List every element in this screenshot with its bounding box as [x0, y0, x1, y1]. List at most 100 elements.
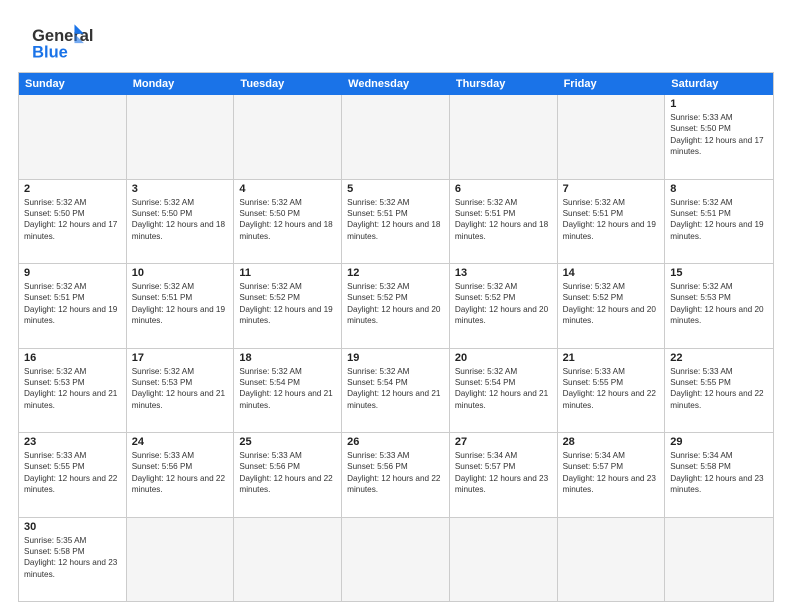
day-cell-17: 17Sunrise: 5:32 AMSunset: 5:53 PMDayligh…	[127, 349, 235, 433]
day-number: 19	[347, 352, 444, 364]
day-number: 23	[24, 436, 121, 448]
cell-info: Sunrise: 5:32 AMSunset: 5:54 PMDaylight:…	[347, 366, 444, 412]
empty-cell-5-1	[127, 518, 235, 602]
cell-info: Sunrise: 5:32 AMSunset: 5:54 PMDaylight:…	[455, 366, 552, 412]
calendar-row-5: 30Sunrise: 5:35 AMSunset: 5:58 PMDayligh…	[19, 517, 773, 602]
day-number: 30	[24, 521, 121, 533]
day-number: 5	[347, 183, 444, 195]
empty-cell-0-2	[234, 95, 342, 179]
day-cell-14: 14 Sunrise: 5:32 AMSunset: 5:52 PMDayligh…	[558, 264, 666, 348]
empty-cell-0-4	[450, 95, 558, 179]
cell-info: Sunrise: 5:32 AMSunset: 5:51 PMDaylight:…	[563, 197, 660, 243]
cell-info: Sunrise: 5:33 AMSunset: 5:50 PMDaylight:…	[670, 112, 768, 158]
day-cell-29: 29 Sunrise: 5:34 AMSunset: 5:58 PMDayligh…	[665, 433, 773, 517]
day-cell-18: 18 Sunrise: 5:32 AMSunset: 5:54 PMDayligh…	[234, 349, 342, 433]
cell-info: Sunrise: 5:32 AMSunset: 5:52 PMDaylight:…	[563, 281, 660, 327]
day-cell-12: 12 Sunrise: 5:32 AMSunset: 5:52 PMDayligh…	[342, 264, 450, 348]
day-number: 20	[455, 352, 552, 364]
cell-info: Sunrise: 5:32 AMSunset: 5:50 PMDaylight:…	[239, 197, 336, 243]
day-number: 3	[132, 183, 229, 195]
day-number: 10	[132, 267, 229, 279]
calendar-body: 1 Sunrise: 5:33 AMSunset: 5:50 PMDaylight…	[19, 95, 773, 601]
day-cell-24: 24Sunrise: 5:33 AMSunset: 5:56 PMDayligh…	[127, 433, 235, 517]
calendar-header: SundayMondayTuesdayWednesdayThursdayFrid…	[19, 73, 773, 95]
cell-info: Sunrise: 5:34 AMSunset: 5:57 PMDaylight:…	[563, 450, 660, 496]
empty-cell-0-5	[558, 95, 666, 179]
day-cell-16: 16 Sunrise: 5:32 AMSunset: 5:53 PMDayligh…	[19, 349, 127, 433]
day-number: 15	[670, 267, 768, 279]
cell-info: Sunrise: 5:32 AMSunset: 5:50 PMDaylight:…	[24, 197, 121, 243]
cell-info: Sunrise: 5:32 AMSunset: 5:53 PMDaylight:…	[24, 366, 121, 412]
day-cell-27: 27Sunrise: 5:34 AMSunset: 5:57 PMDayligh…	[450, 433, 558, 517]
weekday-header-saturday: Saturday	[665, 73, 773, 95]
day-number: 2	[24, 183, 121, 195]
page-header: General Blue	[18, 18, 774, 62]
weekday-header-thursday: Thursday	[450, 73, 558, 95]
cell-info: Sunrise: 5:32 AMSunset: 5:53 PMDaylight:…	[670, 281, 768, 327]
calendar-row-4: 23 Sunrise: 5:33 AMSunset: 5:55 PMDayligh…	[19, 432, 773, 517]
empty-cell-5-2	[234, 518, 342, 602]
cell-info: Sunrise: 5:32 AMSunset: 5:52 PMDaylight:…	[455, 281, 552, 327]
day-cell-2: 2 Sunrise: 5:32 AMSunset: 5:50 PMDaylight…	[19, 180, 127, 264]
cell-info: Sunrise: 5:33 AMSunset: 5:56 PMDaylight:…	[239, 450, 336, 496]
logo: General Blue	[18, 18, 98, 62]
day-number: 29	[670, 436, 768, 448]
day-cell-26: 26 Sunrise: 5:33 AMSunset: 5:56 PMDayligh…	[342, 433, 450, 517]
day-cell-22: 22 Sunrise: 5:33 AMSunset: 5:55 PMDayligh…	[665, 349, 773, 433]
day-cell-10: 10Sunrise: 5:32 AMSunset: 5:51 PMDayligh…	[127, 264, 235, 348]
weekday-header-friday: Friday	[558, 73, 666, 95]
day-number: 1	[670, 98, 768, 110]
cell-info: Sunrise: 5:34 AMSunset: 5:58 PMDaylight:…	[670, 450, 768, 496]
day-cell-28: 28 Sunrise: 5:34 AMSunset: 5:57 PMDayligh…	[558, 433, 666, 517]
day-cell-8: 8Sunrise: 5:32 AMSunset: 5:51 PMDaylight…	[665, 180, 773, 264]
day-cell-9: 9Sunrise: 5:32 AMSunset: 5:51 PMDaylight…	[19, 264, 127, 348]
day-number: 21	[563, 352, 660, 364]
day-cell-6: 6Sunrise: 5:32 AMSunset: 5:51 PMDaylight…	[450, 180, 558, 264]
cell-info: Sunrise: 5:33 AMSunset: 5:56 PMDaylight:…	[347, 450, 444, 496]
calendar: SundayMondayTuesdayWednesdayThursdayFrid…	[18, 72, 774, 602]
day-number: 11	[239, 267, 336, 279]
day-cell-7: 7Sunrise: 5:32 AMSunset: 5:51 PMDaylight…	[558, 180, 666, 264]
day-number: 18	[239, 352, 336, 364]
cell-info: Sunrise: 5:32 AMSunset: 5:52 PMDaylight:…	[239, 281, 336, 327]
cell-info: Sunrise: 5:33 AMSunset: 5:55 PMDaylight:…	[24, 450, 121, 496]
empty-cell-5-4	[450, 518, 558, 602]
cell-info: Sunrise: 5:32 AMSunset: 5:50 PMDaylight:…	[132, 197, 229, 243]
day-number: 22	[670, 352, 768, 364]
weekday-header-sunday: Sunday	[19, 73, 127, 95]
calendar-row-3: 16 Sunrise: 5:32 AMSunset: 5:53 PMDayligh…	[19, 348, 773, 433]
cell-info: Sunrise: 5:33 AMSunset: 5:56 PMDaylight:…	[132, 450, 229, 496]
day-cell-30: 30Sunrise: 5:35 AMSunset: 5:58 PMDayligh…	[19, 518, 127, 602]
day-cell-25: 25 Sunrise: 5:33 AMSunset: 5:56 PMDayligh…	[234, 433, 342, 517]
day-number: 25	[239, 436, 336, 448]
cell-info: Sunrise: 5:32 AMSunset: 5:51 PMDaylight:…	[670, 197, 768, 243]
empty-cell-5-6	[665, 518, 773, 602]
empty-cell-0-0	[19, 95, 127, 179]
day-cell-11: 11 Sunrise: 5:32 AMSunset: 5:52 PMDayligh…	[234, 264, 342, 348]
day-number: 14	[563, 267, 660, 279]
day-number: 26	[347, 436, 444, 448]
day-cell-1: 1 Sunrise: 5:33 AMSunset: 5:50 PMDaylight…	[665, 95, 773, 179]
cell-info: Sunrise: 5:32 AMSunset: 5:53 PMDaylight:…	[132, 366, 229, 412]
weekday-header-wednesday: Wednesday	[342, 73, 450, 95]
general-blue-icon: General Blue	[18, 22, 98, 62]
cell-info: Sunrise: 5:32 AMSunset: 5:52 PMDaylight:…	[347, 281, 444, 327]
day-number: 13	[455, 267, 552, 279]
calendar-row-1: 2 Sunrise: 5:32 AMSunset: 5:50 PMDaylight…	[19, 179, 773, 264]
day-number: 12	[347, 267, 444, 279]
day-cell-4: 4 Sunrise: 5:32 AMSunset: 5:50 PMDaylight…	[234, 180, 342, 264]
weekday-header-monday: Monday	[127, 73, 235, 95]
day-cell-15: 15 Sunrise: 5:32 AMSunset: 5:53 PMDayligh…	[665, 264, 773, 348]
day-cell-19: 19 Sunrise: 5:32 AMSunset: 5:54 PMDayligh…	[342, 349, 450, 433]
cell-info: Sunrise: 5:32 AMSunset: 5:51 PMDaylight:…	[347, 197, 444, 243]
cell-info: Sunrise: 5:32 AMSunset: 5:54 PMDaylight:…	[239, 366, 336, 412]
day-number: 4	[239, 183, 336, 195]
cell-info: Sunrise: 5:33 AMSunset: 5:55 PMDaylight:…	[670, 366, 768, 412]
day-number: 16	[24, 352, 121, 364]
calendar-page: General Blue SundayMondayTuesdayWednesda…	[0, 0, 792, 612]
empty-cell-5-5	[558, 518, 666, 602]
weekday-header-tuesday: Tuesday	[234, 73, 342, 95]
day-number: 28	[563, 436, 660, 448]
svg-text:General: General	[32, 27, 93, 45]
svg-text:Blue: Blue	[32, 43, 68, 61]
